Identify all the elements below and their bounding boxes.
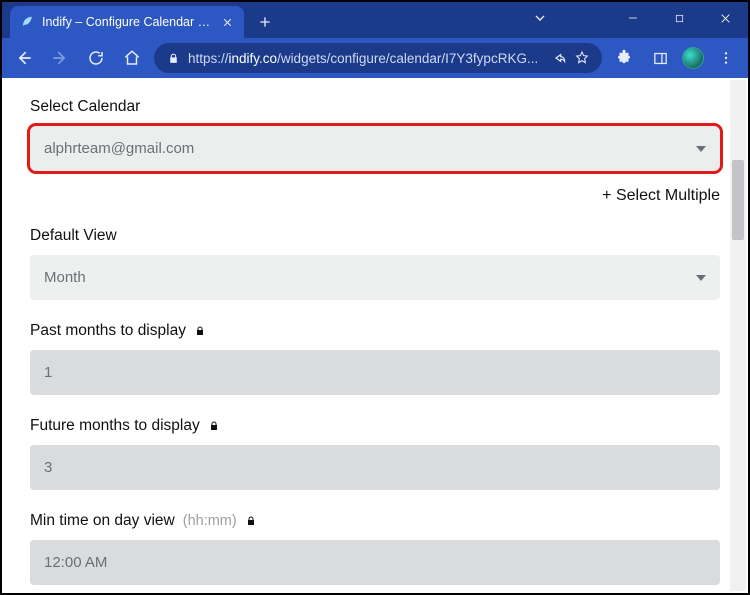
select-calendar-label: Select Calendar [30,98,720,116]
future-months-input[interactable]: 3 [30,445,720,490]
min-time-label: Min time on day view (hh:mm) [30,512,720,530]
bookmark-star-icon[interactable] [574,50,590,66]
profile-avatar[interactable] [682,47,704,69]
tab-favicon-feather-icon [20,15,34,29]
select-multiple-link[interactable]: + Select Multiple [30,187,720,205]
kebab-menu-icon[interactable] [712,44,740,72]
select-calendar-value: alphrteam@gmail.com [44,140,194,157]
window-maximize-button[interactable] [656,2,702,34]
reload-button[interactable] [82,44,110,72]
window-close-button[interactable] [702,2,748,34]
tab-title: Indify – Configure Calendar Widg [42,15,220,29]
nav-forward-button[interactable] [46,44,74,72]
window-titlebar: Indify – Configure Calendar Widg [2,2,748,38]
default-view-value: Month [44,269,86,286]
default-view-dropdown[interactable]: Month [30,255,720,300]
home-button[interactable] [118,44,146,72]
min-time-hint: (hh:mm) [183,513,237,529]
past-months-value: 1 [44,364,52,381]
min-time-value: 12:00 AM [44,554,107,571]
past-months-label-text: Past months to display [30,322,186,340]
tab-close-icon[interactable] [220,15,234,29]
past-months-label: Past months to display [30,322,720,340]
lock-icon [245,514,257,528]
lock-icon [166,51,180,65]
page-viewport: Select Calendar alphrteam@gmail.com + Se… [4,80,746,591]
past-months-input[interactable]: 1 [30,350,720,395]
vertical-scrollbar[interactable] [730,80,746,591]
select-calendar-dropdown[interactable]: alphrteam@gmail.com [30,126,720,171]
future-months-label-text: Future months to display [30,417,200,435]
min-time-label-text: Min time on day view [30,512,175,530]
window-minimize-button[interactable] [610,2,656,34]
url-path: /widgets/configure/calendar/I7Y3fypcRKG.… [277,51,538,66]
share-icon[interactable] [550,50,566,66]
nav-back-button[interactable] [10,44,38,72]
lock-icon [194,324,206,338]
scrollbar-thumb[interactable] [732,160,744,240]
future-months-label: Future months to display [30,417,720,435]
default-view-label: Default View [30,227,720,245]
address-bar[interactable]: https://indify.co/widgets/configure/cale… [154,43,602,73]
new-tab-button[interactable] [252,9,278,35]
browser-tab[interactable]: Indify – Configure Calendar Widg [10,6,244,38]
future-months-value: 3 [44,459,52,476]
sidepanel-icon[interactable] [646,44,674,72]
tab-list-chevron-icon[interactable] [532,10,548,26]
browser-toolbar: https://indify.co/widgets/configure/cale… [2,38,748,78]
config-form: Select Calendar alphrteam@gmail.com + Se… [4,80,746,591]
url-text: https://indify.co/widgets/configure/cale… [188,51,542,66]
lock-icon [208,419,220,433]
min-time-input[interactable]: 12:00 AM [30,540,720,585]
extensions-puzzle-icon[interactable] [610,44,638,72]
chevron-down-icon [696,146,706,152]
chevron-down-icon [696,275,706,281]
url-scheme: https:// [188,51,229,66]
url-host: indify.co [229,51,278,66]
